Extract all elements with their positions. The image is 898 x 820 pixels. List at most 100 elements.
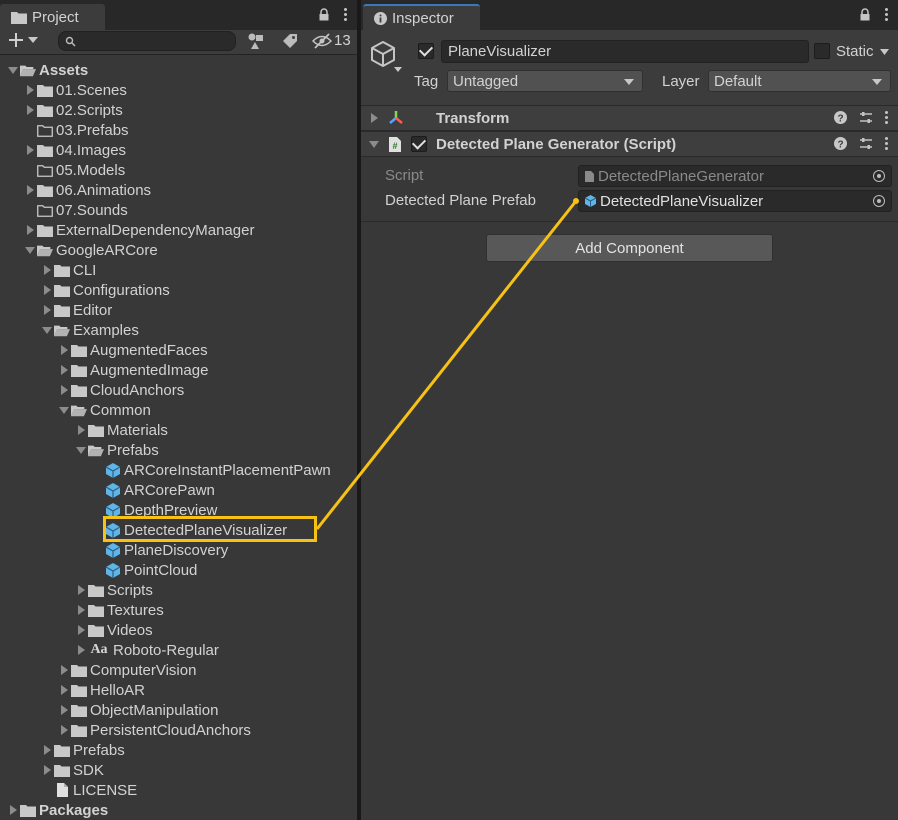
tree-item[interactable]: Scripts bbox=[74, 580, 153, 600]
script-enabled-checkbox[interactable] bbox=[411, 136, 427, 152]
tree-item[interactable]: Common bbox=[57, 400, 151, 420]
tree-item[interactable]: GoogleARCore bbox=[23, 240, 158, 260]
lock-icon[interactable] bbox=[318, 8, 330, 21]
tree-item[interactable]: Prefabs bbox=[74, 440, 159, 460]
static-checkbox[interactable] bbox=[814, 43, 830, 59]
expand-arrow-icon[interactable] bbox=[74, 640, 88, 660]
chevron-down-icon[interactable] bbox=[394, 67, 402, 72]
tree-item[interactable]: HelloAR bbox=[57, 680, 145, 700]
tree-item[interactable]: ExternalDependencyManager bbox=[23, 220, 254, 240]
collapse-arrow-icon[interactable] bbox=[57, 400, 71, 420]
tree-item[interactable]: PointCloud bbox=[91, 560, 197, 580]
expand-arrow-icon[interactable] bbox=[40, 280, 54, 300]
tree-item[interactable]: Materials bbox=[74, 420, 168, 440]
expand-arrow-icon[interactable] bbox=[23, 100, 37, 120]
expand-arrow-icon[interactable] bbox=[40, 260, 54, 280]
help-icon[interactable]: ? bbox=[834, 111, 847, 124]
expand-arrow-icon[interactable] bbox=[23, 80, 37, 100]
expand-arrow-icon[interactable] bbox=[57, 340, 71, 360]
gameobject-cube-icon[interactable] bbox=[369, 40, 397, 68]
tree-item[interactable]: Editor bbox=[40, 300, 112, 320]
expand-arrow-icon[interactable] bbox=[74, 580, 88, 600]
expand-arrow-icon[interactable] bbox=[40, 300, 54, 320]
expand-arrow-icon[interactable] bbox=[40, 760, 54, 780]
tree-item[interactable]: 06.Animations bbox=[23, 180, 151, 200]
collapse-arrow-icon[interactable] bbox=[369, 141, 379, 148]
expand-arrow-icon[interactable] bbox=[371, 113, 378, 123]
tree-item[interactable]: PersistentCloudAnchors bbox=[57, 720, 251, 740]
expand-arrow-icon[interactable] bbox=[74, 600, 88, 620]
object-picker-icon[interactable] bbox=[873, 195, 885, 207]
layer-dropdown[interactable]: Default bbox=[708, 70, 891, 92]
object-name-field[interactable]: PlaneVisualizer bbox=[441, 40, 809, 63]
preset-icon[interactable] bbox=[859, 111, 873, 124]
expand-arrow-icon[interactable] bbox=[57, 680, 71, 700]
tag-dropdown[interactable]: Untagged bbox=[447, 70, 643, 92]
more-options-icon[interactable] bbox=[885, 137, 888, 150]
expand-arrow-icon[interactable] bbox=[74, 620, 88, 640]
collapse-arrow-icon[interactable] bbox=[74, 440, 88, 460]
expand-arrow-icon[interactable] bbox=[74, 420, 88, 440]
preset-icon[interactable] bbox=[859, 137, 873, 150]
tree-item[interactable]: CloudAnchors bbox=[57, 380, 184, 400]
svg-text:?: ? bbox=[837, 139, 843, 150]
more-options-icon[interactable] bbox=[885, 8, 888, 21]
tree-item[interactable]: Prefabs bbox=[40, 740, 125, 760]
tree-item[interactable]: LICENSE bbox=[40, 780, 137, 800]
tree-item[interactable]: SDK bbox=[40, 760, 104, 780]
tree-item[interactable]: AugmentedFaces bbox=[57, 340, 208, 360]
tree-item[interactable]: 03.Prefabs bbox=[23, 120, 129, 140]
tree-item[interactable]: 07.Sounds bbox=[23, 200, 128, 220]
expand-arrow-icon[interactable] bbox=[57, 720, 71, 740]
more-options-icon[interactable] bbox=[885, 111, 888, 124]
expand-arrow-icon[interactable] bbox=[57, 380, 71, 400]
create-button[interactable] bbox=[8, 32, 38, 48]
tree-item[interactable]: Videos bbox=[74, 620, 153, 640]
tree-item[interactable]: AugmentedImage bbox=[57, 360, 208, 380]
hidden-packages-toggle[interactable]: 13 bbox=[312, 32, 351, 49]
lock-icon[interactable] bbox=[859, 8, 871, 21]
active-checkbox[interactable] bbox=[418, 43, 434, 59]
tab-project[interactable]: Project bbox=[0, 4, 105, 30]
add-component-button[interactable]: Add Component bbox=[486, 234, 773, 262]
tree-item[interactable]: Assets bbox=[6, 60, 88, 80]
tree-item[interactable]: Aa Roboto-Regular bbox=[74, 640, 219, 660]
tree-item[interactable]: ARCoreInstantPlacementPawn bbox=[91, 460, 331, 480]
expand-arrow-icon[interactable] bbox=[57, 660, 71, 680]
tree-item[interactable]: CLI bbox=[40, 260, 96, 280]
static-label[interactable]: Static bbox=[836, 43, 874, 60]
tree-item[interactable]: Examples bbox=[40, 320, 139, 340]
search-by-label-icon[interactable] bbox=[282, 33, 298, 49]
more-options-icon[interactable] bbox=[344, 8, 347, 21]
expand-arrow-icon[interactable] bbox=[23, 220, 37, 240]
tree-item[interactable]: Packages bbox=[6, 800, 108, 820]
collapse-arrow-icon[interactable] bbox=[23, 240, 37, 260]
folder-empty-icon bbox=[37, 202, 53, 218]
collapse-arrow-icon[interactable] bbox=[6, 60, 20, 80]
expand-arrow-icon[interactable] bbox=[23, 180, 37, 200]
tree-item[interactable]: ObjectManipulation bbox=[57, 700, 218, 720]
tree-item[interactable]: 02.Scripts bbox=[23, 100, 123, 120]
collapse-arrow-icon[interactable] bbox=[40, 320, 54, 340]
help-icon[interactable]: ? bbox=[834, 137, 847, 150]
expand-arrow-icon[interactable] bbox=[40, 740, 54, 760]
tree-item[interactable]: 04.Images bbox=[23, 140, 126, 160]
expand-arrow-icon[interactable] bbox=[23, 140, 37, 160]
expand-arrow-icon[interactable] bbox=[57, 360, 71, 380]
tree-item[interactable]: 05.Models bbox=[23, 160, 125, 180]
search-by-type-icon[interactable] bbox=[247, 33, 267, 51]
tree-item[interactable]: ARCorePawn bbox=[91, 480, 215, 500]
chevron-down-icon[interactable] bbox=[880, 49, 889, 55]
expand-arrow-icon[interactable] bbox=[57, 700, 71, 720]
tab-inspector[interactable]: Inspector bbox=[363, 4, 480, 30]
tree-item[interactable]: PlaneDiscovery bbox=[91, 540, 228, 560]
tree-item[interactable]: 01.Scenes bbox=[23, 80, 127, 100]
search-input[interactable] bbox=[58, 31, 236, 51]
prefab-field[interactable]: DetectedPlaneVisualizer bbox=[578, 190, 892, 212]
tree-item[interactable]: Configurations bbox=[40, 280, 170, 300]
transform-component-header[interactable]: Transform ? bbox=[361, 105, 898, 131]
tree-item[interactable]: Textures bbox=[74, 600, 164, 620]
script-component-header[interactable]: # Detected Plane Generator (Script) ? bbox=[361, 131, 898, 157]
tree-item[interactable]: ComputerVision bbox=[57, 660, 196, 680]
expand-arrow-icon[interactable] bbox=[6, 800, 20, 820]
